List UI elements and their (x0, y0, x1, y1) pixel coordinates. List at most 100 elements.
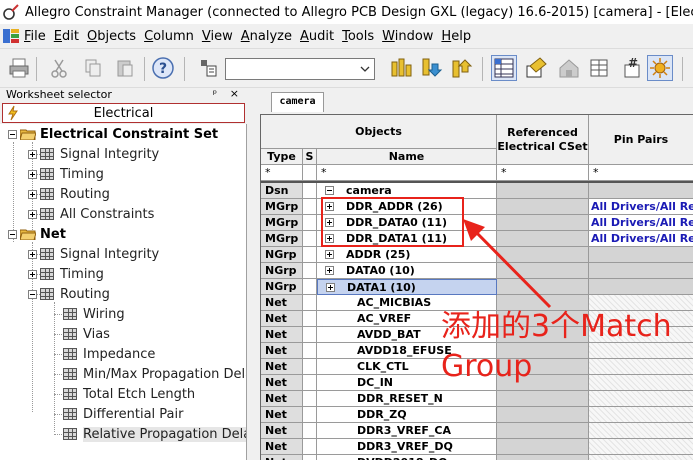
row-cset-cell[interactable] (497, 199, 589, 215)
tree-item-impedance[interactable]: Impedance (63, 344, 155, 364)
row-s-cell[interactable] (303, 183, 317, 199)
collapse-icon[interactable] (8, 129, 17, 139)
help-icon[interactable]: ? (150, 55, 176, 81)
row-name-cell[interactable]: DDR3_VREF_DQ (317, 439, 497, 455)
chevron-down-icon[interactable] (356, 59, 374, 79)
row-pin-pairs-cell[interactable] (589, 263, 693, 279)
referenced-cset-header[interactable]: Referenced Electrical CSet (497, 115, 589, 165)
worksheet-grid-icon[interactable] (491, 55, 517, 81)
menu-file[interactable]: File (24, 29, 51, 44)
row-name-cell[interactable]: DDR3_VREF_CA (317, 423, 497, 439)
move-down-icon[interactable] (418, 55, 444, 81)
menu-analyze[interactable]: Analyze (241, 29, 297, 44)
collapse-icon[interactable] (325, 186, 334, 195)
row-pin-pairs-cell[interactable] (589, 407, 693, 423)
move-up-icon[interactable] (448, 55, 474, 81)
sun-icon[interactable] (647, 55, 673, 81)
tree-item-differential-pair[interactable]: Differential Pair (63, 404, 183, 424)
electrical-tab[interactable]: Electrical (2, 103, 245, 123)
tree-item-wiring[interactable]: Wiring (63, 304, 125, 324)
row-cset-cell[interactable] (497, 391, 589, 407)
table-view-icon[interactable] (586, 55, 612, 81)
collapse-icon[interactable] (8, 229, 17, 239)
menu-edit[interactable]: Edit (54, 29, 84, 44)
row-s-cell[interactable] (303, 263, 317, 279)
select-net-icon[interactable] (196, 55, 222, 81)
row-pin-pairs-cell[interactable] (589, 455, 693, 460)
row-s-cell[interactable] (303, 375, 317, 391)
row-s-cell[interactable] (303, 199, 317, 215)
menu-tools[interactable]: Tools (342, 29, 379, 44)
row-s-cell[interactable] (303, 423, 317, 439)
row-cset-cell[interactable] (497, 423, 589, 439)
row-pin-pairs-cell[interactable] (589, 247, 693, 263)
system-menu-icon[interactable] (2, 27, 20, 45)
pin-pairs-header[interactable]: Pin Pairs (589, 115, 693, 165)
menu-view[interactable]: View (202, 29, 238, 44)
create-match-group-icon[interactable] (388, 55, 414, 81)
s-filter-cell[interactable] (303, 165, 317, 181)
row-pin-pairs-cell[interactable] (589, 375, 693, 391)
expand-icon[interactable] (28, 189, 37, 199)
cut-icon[interactable] (46, 55, 72, 81)
type-filter-cell[interactable]: * (261, 165, 303, 181)
row-name-cell[interactable]: DDR_RESET_N (317, 391, 497, 407)
row-s-cell[interactable] (303, 343, 317, 359)
tree-item-electrical-constraint-set[interactable]: Electrical Constraint Set (8, 124, 218, 144)
row-pin-pairs-cell[interactable]: All Drivers/All Receivers (589, 215, 693, 231)
menu-column[interactable]: Column (144, 29, 199, 44)
paste-icon[interactable] (112, 55, 138, 81)
print-icon[interactable] (6, 55, 32, 81)
row-s-cell[interactable] (303, 455, 317, 460)
expand-icon[interactable] (28, 169, 37, 179)
tree-item-net-routing[interactable]: Routing (28, 284, 110, 304)
expand-icon[interactable] (28, 149, 37, 159)
expand-icon[interactable] (28, 209, 37, 219)
cset-filter-cell[interactable]: * (497, 165, 589, 181)
row-s-cell[interactable] (303, 407, 317, 423)
row-s-cell[interactable] (303, 391, 317, 407)
row-pin-pairs-cell[interactable] (589, 391, 693, 407)
tree-item-net[interactable]: Net (8, 224, 66, 244)
row-s-cell[interactable] (303, 279, 317, 295)
row-s-cell[interactable] (303, 295, 317, 311)
expand-icon[interactable] (326, 282, 335, 292)
menu-objects[interactable]: Objects (87, 29, 141, 44)
tree-item-ecs-timing[interactable]: Timing (28, 164, 104, 184)
row-s-cell[interactable] (303, 327, 317, 343)
analyze-icon[interactable] (523, 55, 549, 81)
row-cset-cell[interactable] (497, 439, 589, 455)
row-pin-pairs-cell[interactable] (589, 359, 693, 375)
allegro-app-icon[interactable] (3, 4, 19, 20)
row-pin-pairs-cell[interactable]: All Drivers/All Receivers (589, 199, 693, 215)
name-column-header[interactable]: Name (317, 149, 497, 165)
row-s-cell[interactable] (303, 311, 317, 327)
object-filter-combo[interactable] (225, 58, 375, 80)
tree-item-ecs-routing[interactable]: Routing (28, 184, 110, 204)
menu-help[interactable]: Help (441, 29, 476, 44)
row-s-cell[interactable] (303, 359, 317, 375)
row-cset-cell[interactable] (497, 455, 589, 460)
row-pin-pairs-cell[interactable] (589, 279, 693, 295)
tree-item-vias[interactable]: Vias (63, 324, 110, 344)
name-filter-cell[interactable]: * (317, 165, 497, 181)
tree-item-total-etch-length[interactable]: Total Etch Length (63, 384, 195, 404)
expand-icon[interactable] (28, 249, 37, 259)
row-cset-cell[interactable] (497, 183, 589, 199)
pin-icon[interactable]: ᵖ (213, 88, 217, 101)
expand-icon[interactable] (325, 250, 334, 259)
tree-item-ecs-signal-integrity[interactable]: Signal Integrity (28, 144, 159, 164)
row-s-cell[interactable] (303, 215, 317, 231)
row-name-cell[interactable]: DDR_ZQ (317, 407, 497, 423)
row-s-cell[interactable] (303, 247, 317, 263)
row-pin-pairs-cell[interactable] (589, 423, 693, 439)
collapse-icon[interactable] (28, 289, 37, 299)
menu-window[interactable]: Window (382, 29, 438, 44)
expand-icon[interactable] (325, 266, 334, 275)
row-s-cell[interactable] (303, 439, 317, 455)
row-pin-pairs-cell[interactable] (589, 439, 693, 455)
close-icon[interactable]: × (230, 87, 239, 100)
row-pin-pairs-cell[interactable]: All Drivers/All Receivers (589, 231, 693, 247)
copy-icon[interactable] (80, 55, 106, 81)
tree-item-ecs-all-constraints[interactable]: All Constraints (28, 204, 154, 224)
